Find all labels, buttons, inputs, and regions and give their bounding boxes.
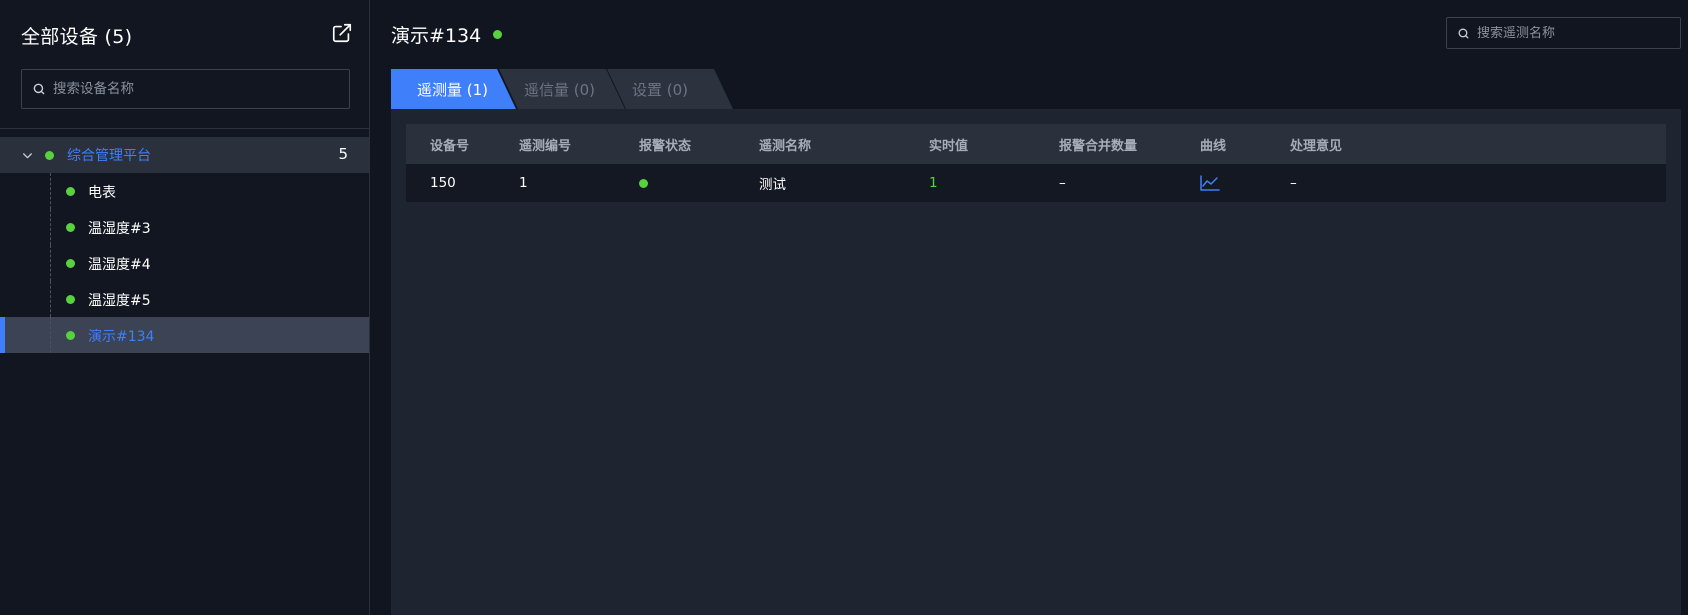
header-curve: 曲线 [1200, 138, 1227, 154]
search-icon [1458, 28, 1469, 38]
telemetry-table: 设备号 遥测编号 报警状态 遥测名称 实时值 报警合并数量 曲线 处理意见 15… [406, 124, 1666, 202]
tree-item-temp-humidity-4[interactable]: 温湿度#4 [0, 245, 369, 281]
cell-telemetry-no: 1 [519, 175, 528, 191]
tree-root-count: 5 [338, 145, 348, 163]
tree-item-temp-humidity-5[interactable]: 温湿度#5 [0, 281, 369, 317]
online-status-dot [66, 295, 75, 304]
tree-guide-line [50, 173, 51, 209]
tree-item-label: 温湿度#5 [88, 293, 151, 309]
cell-realtime-value: 1 [929, 175, 938, 191]
sidebar-header: 全部设备 (5) [21, 20, 353, 50]
tree-guide-line [50, 317, 51, 353]
online-status-dot [66, 259, 75, 268]
cell-telemetry-name: 测试 [759, 177, 786, 193]
header-realtime-value: 实时值 [929, 138, 969, 154]
tab-content-panel: 设备号 遥测编号 报警状态 遥测名称 实时值 报警合并数量 曲线 处理意见 15… [391, 109, 1681, 615]
header-telemetry-name: 遥测名称 [759, 138, 812, 154]
header-device-no: 设备号 [430, 138, 470, 154]
device-title-label: 演示#134 [391, 25, 482, 47]
header-alarm-merge-count: 报警合并数量 [1059, 138, 1138, 154]
external-link-icon[interactable] [331, 22, 353, 44]
device-title: 演示#134 [391, 21, 503, 48]
device-tree: 综合管理平台 5 电表 温湿度#3 温湿度#4 温湿度#5 演示#134 [0, 137, 369, 353]
cell-device-no: 150 [430, 175, 456, 191]
device-sidebar: 全部设备 (5) 综合管理平台 5 [0, 0, 370, 615]
online-status-dot [45, 151, 54, 160]
tab-settings[interactable]: 设置 (0) [607, 69, 733, 109]
sidebar-title: 全部设备 (5) [21, 25, 133, 48]
online-status-dot [66, 187, 75, 196]
telemetry-search-input[interactable] [1477, 25, 1677, 41]
tree-item-label: 温湿度#3 [88, 221, 151, 237]
tree-item-label: 温湿度#4 [88, 257, 151, 273]
tree-item-label: 电表 [88, 185, 116, 201]
tab-telemetry[interactable]: 遥测量 (1) [391, 69, 516, 109]
line-chart-icon[interactable] [1200, 175, 1220, 191]
chevron-down-icon[interactable] [21, 149, 34, 162]
tree-item-temp-humidity-3[interactable]: 温湿度#3 [0, 209, 369, 245]
tree-item-demo-134[interactable]: 演示#134 [0, 317, 369, 353]
device-search-field[interactable] [21, 69, 350, 109]
tree-guide-line [50, 209, 51, 245]
tree-guide-line [50, 245, 51, 281]
app: 全部设备 (5) 综合管理平台 5 [0, 0, 1688, 615]
telemetry-search-field[interactable] [1446, 17, 1681, 49]
alarm-status-dot [639, 178, 648, 188]
table-header: 设备号 遥测编号 报警状态 遥测名称 实时值 报警合并数量 曲线 处理意见 [406, 124, 1666, 164]
cell-handling-opinion: – [1290, 175, 1297, 191]
device-search-input[interactable] [53, 81, 333, 97]
table-row: 150 1 测试 1 – – [406, 164, 1666, 202]
tab-remote-signal[interactable]: 遥信量 (0) [499, 69, 625, 109]
search-icon [33, 83, 45, 95]
online-status-dot [66, 331, 75, 340]
online-status-dot [493, 30, 503, 39]
tree-item-electric-meter[interactable]: 电表 [0, 173, 369, 209]
device-detail: 演示#134 设置 (0) 遥信量 (0) 遥测量 (1) 设备号 遥测编号 报… [371, 0, 1688, 615]
cell-alarm-status [639, 164, 648, 202]
online-status-dot [66, 223, 75, 232]
header-handling-opinion: 处理意见 [1290, 138, 1343, 154]
cell-curve [1200, 164, 1220, 202]
header-alarm-status: 报警状态 [639, 138, 692, 154]
header-telemetry-no: 遥测编号 [519, 138, 572, 154]
tree-guide-line [50, 281, 51, 317]
tree-root-label: 综合管理平台 [67, 148, 151, 164]
selected-indicator [0, 317, 5, 353]
sidebar-divider [0, 128, 370, 129]
tree-item-label: 演示#134 [88, 329, 155, 345]
tab-bar: 设置 (0) 遥信量 (0) 遥测量 (1) [391, 69, 751, 109]
cell-alarm-merge-count: – [1059, 175, 1066, 191]
tree-root-node[interactable]: 综合管理平台 5 [0, 137, 369, 173]
